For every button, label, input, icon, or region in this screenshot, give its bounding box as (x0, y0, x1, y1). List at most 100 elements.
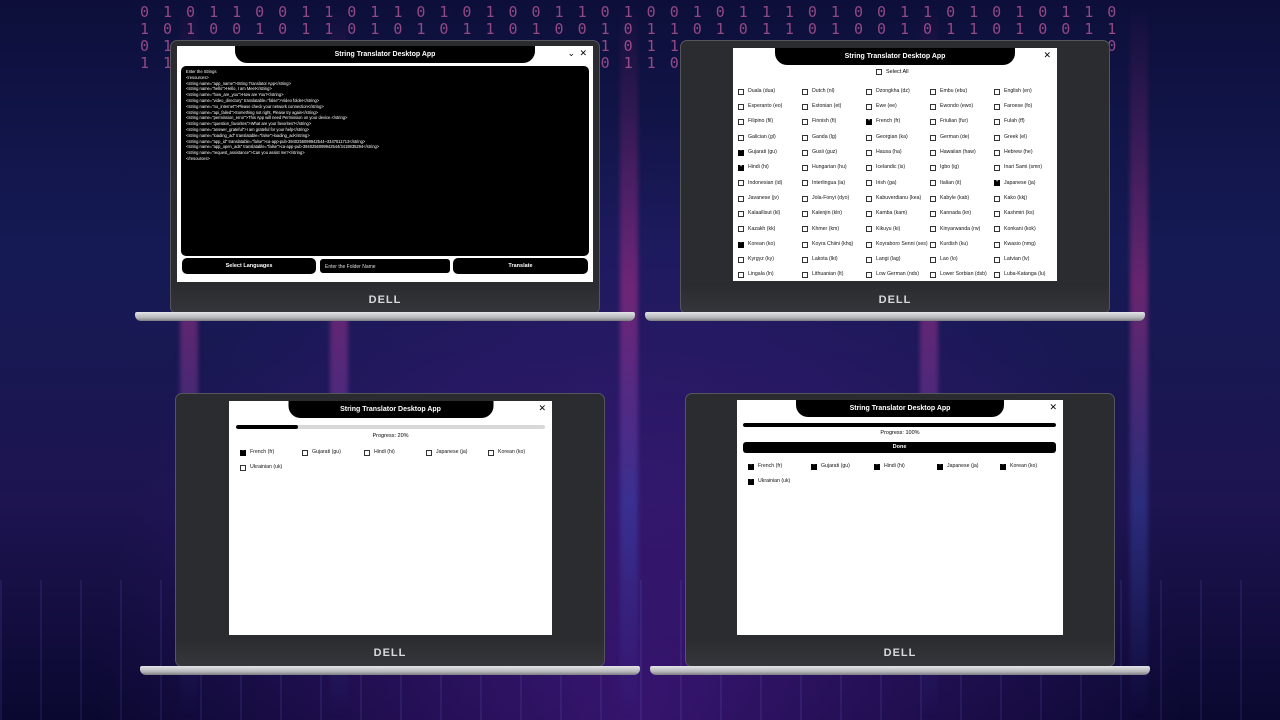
language-checkbox-item[interactable]: Ukrainian (uk) (748, 474, 811, 489)
checkbox[interactable] (802, 103, 808, 110)
checkbox[interactable] (994, 165, 1000, 172)
checkbox[interactable] (802, 226, 808, 233)
checkbox[interactable] (802, 272, 808, 279)
checkbox[interactable] (866, 103, 872, 110)
language-checkbox-item[interactable]: Finnish (fi) (802, 115, 866, 130)
language-checkbox-item[interactable]: Kabyle (kab) (930, 191, 994, 206)
language-checkbox-item[interactable]: Kannada (kn) (930, 206, 994, 221)
checkbox[interactable] (802, 119, 808, 126)
language-checkbox-item[interactable]: Kwasio (nmg) (994, 237, 1057, 252)
language-checkbox-item[interactable]: Kalaallisut (kl) (738, 206, 802, 221)
checkbox[interactable] (994, 119, 1000, 126)
language-checkbox-item[interactable]: Lingala (ln) (738, 268, 802, 281)
language-checkbox-item[interactable]: Japanese (ja) (994, 176, 1057, 191)
language-checkbox-item[interactable]: Kabuverdianu (kea) (866, 191, 930, 206)
language-checkbox-item[interactable]: Gujarati (gu) (302, 445, 364, 460)
language-checkbox-item[interactable]: Georgian (ka) (866, 130, 930, 145)
select-languages-button[interactable]: Select Languages (182, 258, 316, 274)
language-checkbox-item[interactable]: Esperanto (eo) (738, 99, 802, 114)
language-checkbox-item[interactable]: Koyraboro Senni (ses) (866, 237, 930, 252)
language-checkbox-item[interactable]: Koyra Chiini (khq) (802, 237, 866, 252)
language-checkbox-item[interactable]: Latvian (lv) (994, 252, 1057, 267)
language-checkbox-item[interactable]: French (fr) (748, 459, 811, 474)
done-button[interactable]: Done (743, 442, 1056, 453)
language-checkbox-item[interactable]: Korean (ko) (1000, 459, 1063, 474)
language-checkbox-item[interactable]: Kurdish (ku) (930, 237, 994, 252)
checkbox[interactable] (738, 134, 744, 141)
checkbox[interactable] (930, 103, 936, 110)
language-checkbox-item[interactable]: Ewondo (ewo) (930, 99, 994, 114)
language-checkbox-item[interactable]: Interlingua (ia) (802, 176, 866, 191)
language-checkbox-item[interactable]: Jola-Fonyi (dyo) (802, 191, 866, 206)
checkbox[interactable] (866, 180, 872, 187)
language-checkbox-item[interactable]: Javanese (jv) (738, 191, 802, 206)
checkbox[interactable] (738, 119, 744, 126)
close-icon[interactable]: ✕ (538, 403, 546, 414)
language-checkbox-item[interactable]: Japanese (ja) (426, 445, 488, 460)
checkbox[interactable] (240, 464, 246, 471)
language-checkbox-item[interactable]: Gujarati (gu) (811, 459, 874, 474)
checkbox[interactable] (866, 195, 872, 202)
checkbox[interactable] (802, 241, 808, 248)
checkbox[interactable] (738, 226, 744, 233)
checkbox[interactable] (866, 134, 872, 141)
translate-button[interactable]: Translate (453, 258, 588, 274)
language-checkbox-item[interactable]: Low German (nds) (866, 268, 930, 281)
language-checkbox-item[interactable]: Faroese (fo) (994, 99, 1057, 114)
language-checkbox-item[interactable]: Estonian (et) (802, 99, 866, 114)
language-checkbox-item[interactable]: Kyrgyz (ky) (738, 252, 802, 267)
checkbox[interactable] (994, 103, 1000, 110)
checkbox[interactable] (738, 272, 744, 279)
checkbox[interactable] (802, 149, 808, 156)
checkbox[interactable] (994, 211, 1000, 218)
checkbox[interactable] (738, 103, 744, 110)
checkbox[interactable] (994, 88, 1000, 95)
checkbox[interactable] (994, 241, 1000, 248)
language-checkbox-item[interactable]: Hungarian (hu) (802, 160, 866, 175)
select-all-checkbox[interactable]: Select All (876, 69, 909, 75)
checkbox[interactable] (866, 211, 872, 218)
checkbox[interactable] (802, 134, 808, 141)
checkbox[interactable] (930, 134, 936, 141)
language-checkbox-item[interactable]: French (fr) (240, 445, 302, 460)
language-checkbox-item[interactable]: Icelandic (is) (866, 160, 930, 175)
checkbox[interactable] (866, 149, 872, 156)
checkbox[interactable] (930, 119, 936, 126)
checkbox[interactable] (994, 272, 1000, 279)
language-checkbox-item[interactable]: Dzongkha (dz) (866, 84, 930, 99)
checkbox[interactable] (930, 195, 936, 202)
checkbox[interactable] (930, 180, 936, 187)
language-checkbox-item[interactable]: Hindi (hi) (364, 445, 426, 460)
checkbox[interactable] (802, 256, 808, 263)
checkbox[interactable] (930, 149, 936, 156)
checkbox[interactable] (866, 241, 872, 248)
close-icon[interactable]: ✕ (1049, 402, 1057, 413)
checkbox-checked[interactable] (1000, 462, 1007, 470)
checkbox[interactable] (488, 449, 494, 456)
checkbox[interactable] (802, 211, 808, 218)
checkbox[interactable] (302, 449, 308, 456)
language-checkbox-item[interactable]: Galician (gl) (738, 130, 802, 145)
checkbox[interactable] (994, 134, 1000, 141)
language-checkbox-item[interactable]: Japanese (ja) (937, 459, 1000, 474)
checkbox[interactable] (930, 272, 936, 279)
checkbox[interactable] (738, 180, 744, 187)
checkbox[interactable] (930, 241, 936, 248)
checkbox[interactable] (738, 88, 744, 95)
language-checkbox-item[interactable]: Kashmiri (ks) (994, 206, 1057, 221)
checkbox[interactable] (738, 195, 744, 202)
language-checkbox-item[interactable]: Indonesian (id) (738, 176, 802, 191)
language-checkbox-item[interactable]: Embu (ebu) (930, 84, 994, 99)
checkbox-checked[interactable] (811, 462, 818, 470)
language-checkbox-item[interactable]: Greek (el) (994, 130, 1057, 145)
language-checkbox-item[interactable]: Korean (ko) (488, 445, 550, 460)
checkbox[interactable] (866, 272, 872, 279)
language-checkbox-item[interactable]: Gujarati (gu) (738, 145, 802, 160)
checkbox-checked[interactable] (994, 179, 1001, 187)
language-checkbox-item[interactable]: Inari Sami (smn) (994, 160, 1057, 175)
language-checkbox-item[interactable]: Lithuanian (lt) (802, 268, 866, 281)
language-checkbox-item[interactable]: Kazakh (kk) (738, 222, 802, 237)
language-checkbox-item[interactable]: Kamba (kam) (866, 206, 930, 221)
language-checkbox-item[interactable]: Kalenjin (kln) (802, 206, 866, 221)
language-checkbox-item[interactable]: Hindi (hi) (874, 459, 937, 474)
